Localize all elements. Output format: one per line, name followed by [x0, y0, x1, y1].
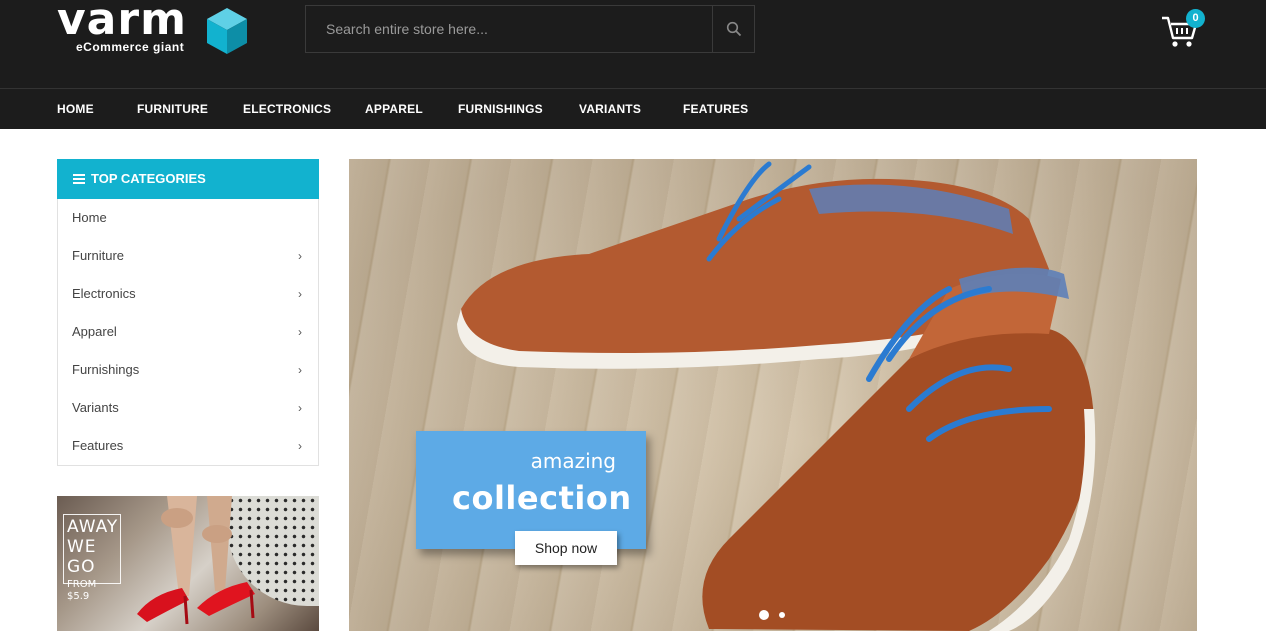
chevron-right-icon: › — [298, 439, 302, 453]
chevron-right-icon: › — [298, 363, 302, 377]
nav-item-features[interactable]: FEATURES — [683, 89, 748, 129]
main-nav: HOME FURNITURE ELECTRONICS APPAREL FURNI… — [0, 88, 1266, 129]
category-label: Furniture — [72, 248, 125, 263]
menu-icon — [73, 174, 85, 184]
nav-item-electronics[interactable]: ELECTRONICS — [243, 89, 331, 129]
category-item-features[interactable]: Features › — [58, 427, 318, 465]
category-label: Furnishings — [72, 362, 140, 377]
sidebar-promo-banner[interactable]: AWAY WE GO FROM $5.9 — [57, 496, 319, 631]
chevron-right-icon: › — [298, 287, 302, 301]
category-label: Variants — [72, 400, 119, 415]
category-label: Home — [72, 210, 107, 225]
category-item-apparel[interactable]: Apparel › — [58, 313, 318, 351]
category-label: Apparel — [72, 324, 117, 339]
category-label: Features — [72, 438, 124, 453]
promo-line-3: FROM $5.9 — [67, 579, 97, 602]
promo-line-2: WE GO — [67, 537, 97, 577]
nav-item-apparel[interactable]: APPAREL — [365, 89, 423, 129]
nav-item-furnishings[interactable]: FURNISHINGS — [458, 89, 543, 129]
category-item-variants[interactable]: Variants › — [58, 389, 318, 427]
site-header: varm eCommerce giant 0 — [0, 0, 1266, 88]
chevron-right-icon: › — [298, 401, 302, 415]
search-bar — [305, 5, 755, 53]
hero-slider[interactable]: amazing collection — [349, 159, 1197, 631]
logo-tagline: eCommerce giant — [76, 40, 185, 54]
cart-button[interactable]: 0 — [1160, 8, 1208, 50]
category-label: Electronics — [72, 286, 136, 301]
category-item-furnishings[interactable]: Furnishings › — [58, 351, 318, 389]
nav-item-home[interactable]: HOME — [57, 89, 94, 129]
shop-now-button[interactable]: Shop now — [515, 531, 617, 565]
search-icon — [726, 21, 741, 37]
chevron-right-icon: › — [298, 249, 302, 263]
top-categories-header[interactable]: TOP CATEGORIES — [57, 159, 319, 199]
banner-title: collection — [452, 479, 632, 517]
leather-shoes-graphic — [457, 161, 1096, 631]
logo-wordmark: varm — [57, 0, 187, 45]
chevron-right-icon: › — [298, 325, 302, 339]
search-input[interactable] — [306, 6, 712, 52]
nav-item-furniture[interactable]: FURNITURE — [137, 89, 208, 129]
category-item-electronics[interactable]: Electronics › — [58, 275, 318, 313]
top-categories-title: TOP CATEGORIES — [91, 171, 206, 186]
category-item-home[interactable]: Home — [58, 199, 318, 237]
cart-count-badge: 0 — [1186, 9, 1205, 28]
nav-item-variants[interactable]: VARIANTS — [579, 89, 641, 129]
slider-dot-2[interactable] — [779, 612, 785, 618]
top-categories-panel: TOP CATEGORIES Home Furniture › Electron… — [57, 159, 319, 466]
site-logo[interactable]: varm eCommerce giant — [57, 0, 257, 58]
cube-logo-icon — [207, 8, 247, 54]
slider-dot-1[interactable] — [759, 610, 769, 620]
promo-line-1: AWAY — [67, 517, 119, 537]
promo-text-frame: AWAY WE GO FROM $5.9 — [63, 514, 121, 602]
search-button[interactable] — [712, 6, 754, 52]
banner-subtitle: amazing — [530, 449, 616, 473]
category-item-furniture[interactable]: Furniture › — [58, 237, 318, 275]
